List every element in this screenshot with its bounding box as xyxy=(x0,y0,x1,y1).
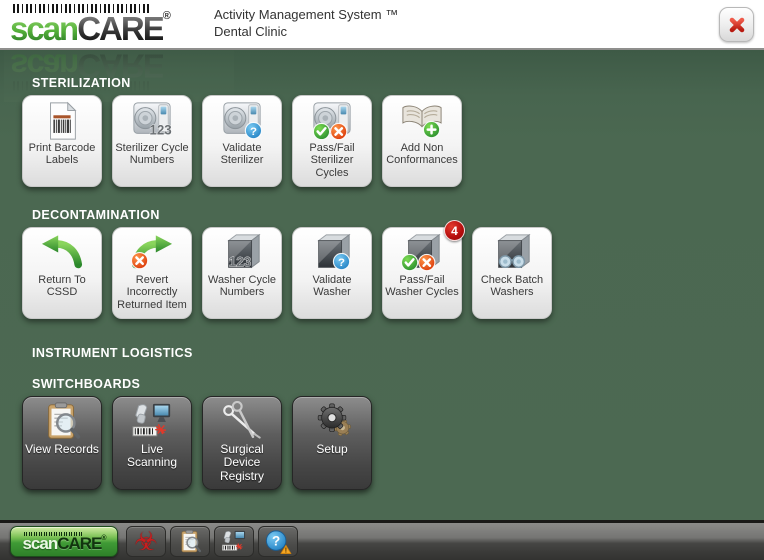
button-row-switchboards: View Records Live Scanning Surgical Devi… xyxy=(22,396,764,490)
section-label-sterilization: STERILIZATION xyxy=(32,76,131,90)
section-switchboards: SWITCHBOARDS View Records Live Scanning … xyxy=(0,377,764,490)
svg-text:!: ! xyxy=(285,547,287,554)
validate-washer-button[interactable]: ? Validate Washer xyxy=(292,227,372,319)
sterilizer-question-icon: ? xyxy=(219,96,265,142)
sterilizer-123-icon: 123 xyxy=(129,96,175,142)
button-label: Washer Cycle Numbers xyxy=(207,274,277,299)
section-label-decontamination: DECONTAMINATION xyxy=(32,208,160,222)
biohazard-icon: ☣ xyxy=(134,526,158,557)
count-badge: 4 xyxy=(444,220,465,241)
taskbar-records-button[interactable] xyxy=(170,526,210,557)
view-records-button[interactable]: View Records xyxy=(22,396,102,490)
close-icon xyxy=(729,17,744,32)
revert-incorrectly-returned-item-button[interactable]: Revert Incorrectly Returned Item xyxy=(112,227,192,319)
close-button[interactable] xyxy=(719,7,754,42)
washer-123-icon: 123 xyxy=(219,228,265,274)
return-to-cssd-button[interactable]: Return To CSSD xyxy=(22,227,102,319)
registered-mark: ® xyxy=(162,10,171,22)
svg-text:?: ? xyxy=(338,256,345,268)
washer-cycle-numbers-button[interactable]: 123 Washer Cycle Numbers xyxy=(202,227,282,319)
button-label: Validate Sterilizer xyxy=(220,142,264,167)
button-label: Surgical Device Registry xyxy=(219,442,264,483)
logo-text-care: CARE xyxy=(77,10,165,47)
setup-button[interactable]: Setup xyxy=(292,396,372,490)
button-label: View Records xyxy=(25,442,99,456)
washer-binoculars-icon xyxy=(489,228,535,274)
button-row-sterilization: Print Barcode Labels 123 Sterilizer Cycl… xyxy=(22,95,764,187)
scancare-logo-small: scanCARE® xyxy=(22,531,107,553)
washer-passfail-icon xyxy=(399,228,445,274)
check-batch-washers-button[interactable]: Check Batch Washers xyxy=(472,227,552,319)
help-warning-icon: ? ! xyxy=(264,529,292,555)
logo-text-scan: scan xyxy=(10,10,79,47)
header: scanCARE® Activity Management System ™ D… xyxy=(0,0,764,50)
washer-question-icon: ? xyxy=(309,228,355,274)
add-non-conformances-button[interactable]: Add Non Conformances xyxy=(382,95,462,187)
button-label: Add Non Conformances xyxy=(386,142,458,167)
taskbar-scanning-button[interactable] xyxy=(214,526,254,557)
main-sections: STERILIZATION Print Barcode Labels 123 S… xyxy=(0,76,764,490)
sterilizer-cycle-numbers-button[interactable]: 123 Sterilizer Cycle Numbers xyxy=(112,95,192,187)
pass-fail-sterilizer-cycles-button[interactable]: Pass/Fail Sterilizer Cycles xyxy=(292,95,372,187)
section-sterilization: STERILIZATION Print Barcode Labels 123 S… xyxy=(0,76,764,187)
taskbar-home-button[interactable]: scanCARE® xyxy=(10,526,118,557)
taskbar-icons: ☣ ? ! xyxy=(126,526,298,557)
section-instrument-logistics: INSTRUMENT LOGISTICS xyxy=(0,346,764,360)
app-title: Activity Management System ™ xyxy=(214,7,399,22)
scancare-logo: scanCARE® xyxy=(10,4,200,47)
button-label: Revert Incorrectly Returned Item xyxy=(117,274,187,311)
print-barcode-labels-button[interactable]: Print Barcode Labels xyxy=(22,95,102,187)
barcode-labels-icon xyxy=(39,96,85,142)
svg-text:123: 123 xyxy=(149,122,171,137)
section-label-instrument-logistics: INSTRUMENT LOGISTICS xyxy=(32,346,193,360)
curved-arrow-right-x-icon xyxy=(129,228,175,274)
records-magnifier-icon xyxy=(39,397,85,443)
book-add-icon xyxy=(399,96,445,142)
sterilizer-passfail-icon xyxy=(309,96,355,142)
gears-icon xyxy=(309,397,355,443)
logo-wordmark: scanCARE® xyxy=(10,10,200,47)
app-window: scanCARE® Activity Management System ™ D… xyxy=(0,0,764,560)
button-label: Validate Washer xyxy=(312,274,352,299)
button-label: Pass/Fail Washer Cycles xyxy=(385,274,459,299)
svg-text:123: 123 xyxy=(229,254,251,269)
button-row-decontamination: Return To CSSD Revert Incorrectly Return… xyxy=(22,220,764,319)
button-label: Check Batch Washers xyxy=(480,274,544,299)
taskbar: scanCARE® ☣ ? ! xyxy=(0,520,764,560)
site-name: Dental Clinic xyxy=(214,24,287,39)
surgical-device-registry-button[interactable]: Surgical Device Registry xyxy=(202,396,282,490)
live-scanning-icon xyxy=(129,397,175,443)
records-magnifier-icon xyxy=(176,529,204,555)
button-label: Setup xyxy=(316,442,348,456)
validate-sterilizer-button[interactable]: ? Validate Sterilizer xyxy=(202,95,282,187)
button-label: Sterilizer Cycle Numbers xyxy=(115,142,189,167)
svg-text:?: ? xyxy=(250,125,257,137)
header-titles: Activity Management System ™ Dental Clin… xyxy=(214,6,398,40)
surgical-instrument-icon xyxy=(219,397,265,443)
live-scanning-button[interactable]: Live Scanning xyxy=(112,396,192,490)
button-label: Print Barcode Labels xyxy=(28,142,96,167)
button-label: Return To CSSD xyxy=(38,274,86,299)
section-label-switchboards: SWITCHBOARDS xyxy=(32,377,141,391)
section-decontamination: DECONTAMINATION Return To CSSD Revert In… xyxy=(0,208,764,319)
taskbar-biohazard-button[interactable]: ☣ xyxy=(126,526,166,557)
button-label: Pass/Fail Sterilizer Cycles xyxy=(309,142,355,179)
svg-text:?: ? xyxy=(272,533,280,548)
button-label: Live Scanning xyxy=(126,442,178,470)
taskbar-help-button[interactable]: ? ! xyxy=(258,526,298,557)
live-scanning-icon xyxy=(220,529,248,555)
curved-arrow-left-icon xyxy=(39,228,85,274)
pass-fail-washer-cycles-button[interactable]: Pass/Fail Washer Cycles 4 xyxy=(382,220,465,319)
main-area: scanCARE STERILIZATION Print Barcode Lab… xyxy=(0,50,764,520)
